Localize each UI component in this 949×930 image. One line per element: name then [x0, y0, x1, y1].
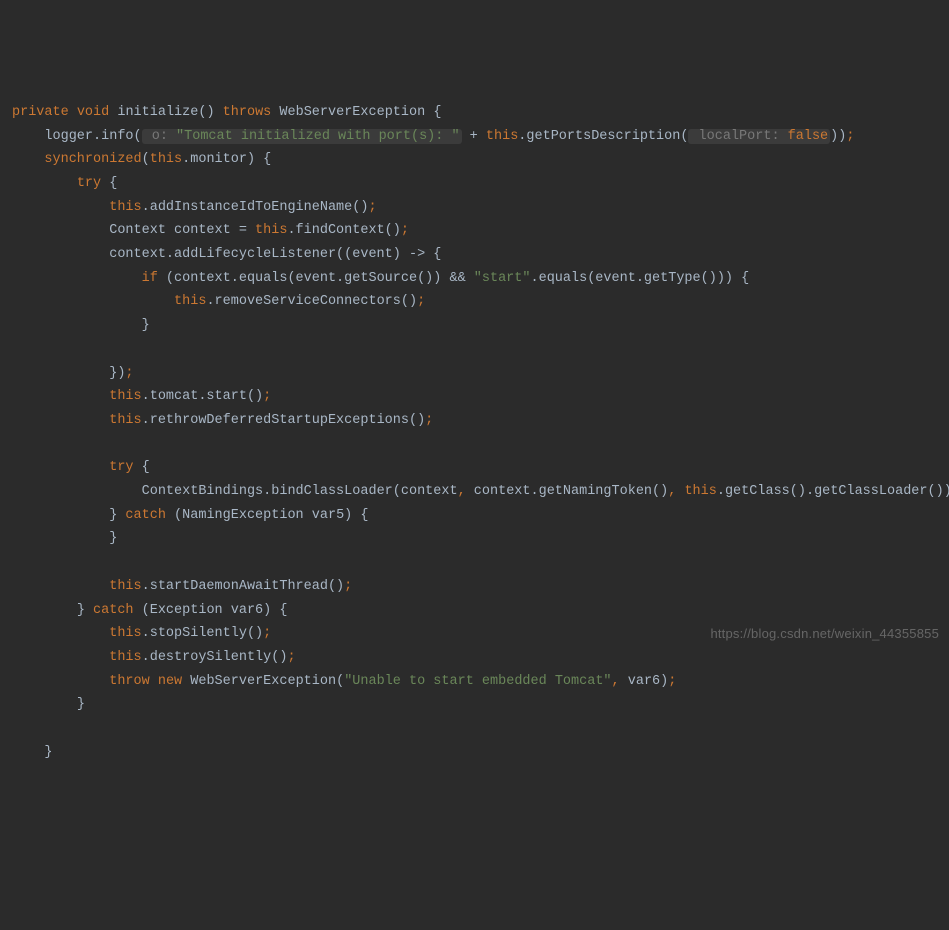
line: this.destroySilently(); [12, 650, 296, 665]
line: this.stopSilently(); [12, 626, 271, 641]
line: private void initialize() throws WebServ… [12, 105, 441, 120]
line: try { [12, 460, 150, 475]
watermark-text: https://blog.csdn.net/weixin_44355855 [710, 622, 939, 646]
line: } [12, 697, 85, 712]
line: context.addLifecycleListener((event) -> … [12, 247, 441, 262]
line: try { [12, 176, 117, 191]
line: this.rethrowDeferredStartupExceptions(); [12, 413, 433, 428]
line: ContextBindings.bindClassLoader(context,… [12, 484, 949, 499]
line: throw new WebServerException("Unable to … [12, 674, 676, 689]
line: this.startDaemonAwaitThread(); [12, 579, 352, 594]
line: synchronized(this.monitor) { [12, 152, 271, 167]
code-block: private void initialize() throws WebServ… [12, 101, 937, 765]
line: this.removeServiceConnectors(); [12, 294, 425, 309]
line: this.addInstanceIdToEngineName(); [12, 200, 377, 215]
line: } catch (Exception var6) { [12, 603, 287, 618]
line: this.tomcat.start(); [12, 389, 271, 404]
line: } [12, 318, 150, 333]
line: } [12, 745, 53, 760]
line: Context context = this.findContext(); [12, 223, 409, 238]
line: if (context.equals(event.getSource()) &&… [12, 271, 749, 286]
line: logger.info( o: "Tomcat initialized with… [12, 129, 854, 144]
line: } [12, 531, 117, 546]
line: } catch (NamingException var5) { [12, 508, 368, 523]
line: }); [12, 366, 134, 381]
